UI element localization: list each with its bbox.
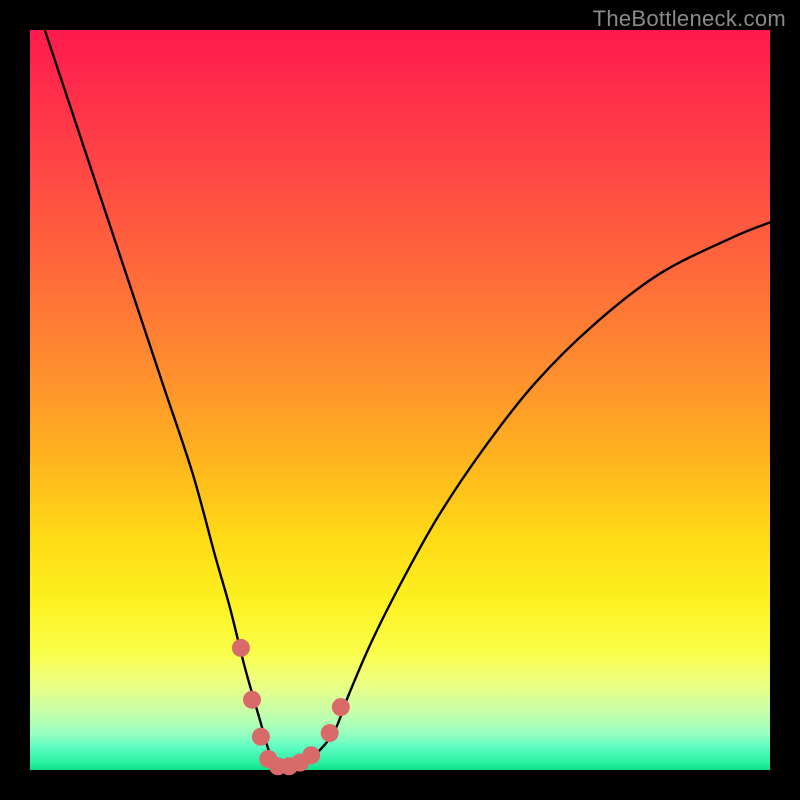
highlight-dot	[252, 728, 270, 746]
bottleneck-curve-line	[45, 30, 770, 772]
bottleneck-chart	[30, 30, 770, 770]
highlight-dot	[302, 746, 320, 764]
highlight-dot	[243, 691, 261, 709]
watermark-text: TheBottleneck.com	[593, 6, 786, 32]
highlight-dot	[321, 724, 339, 742]
highlight-dot	[332, 698, 350, 716]
highlight-dot	[232, 639, 250, 657]
highlight-dots-group	[232, 639, 350, 775]
